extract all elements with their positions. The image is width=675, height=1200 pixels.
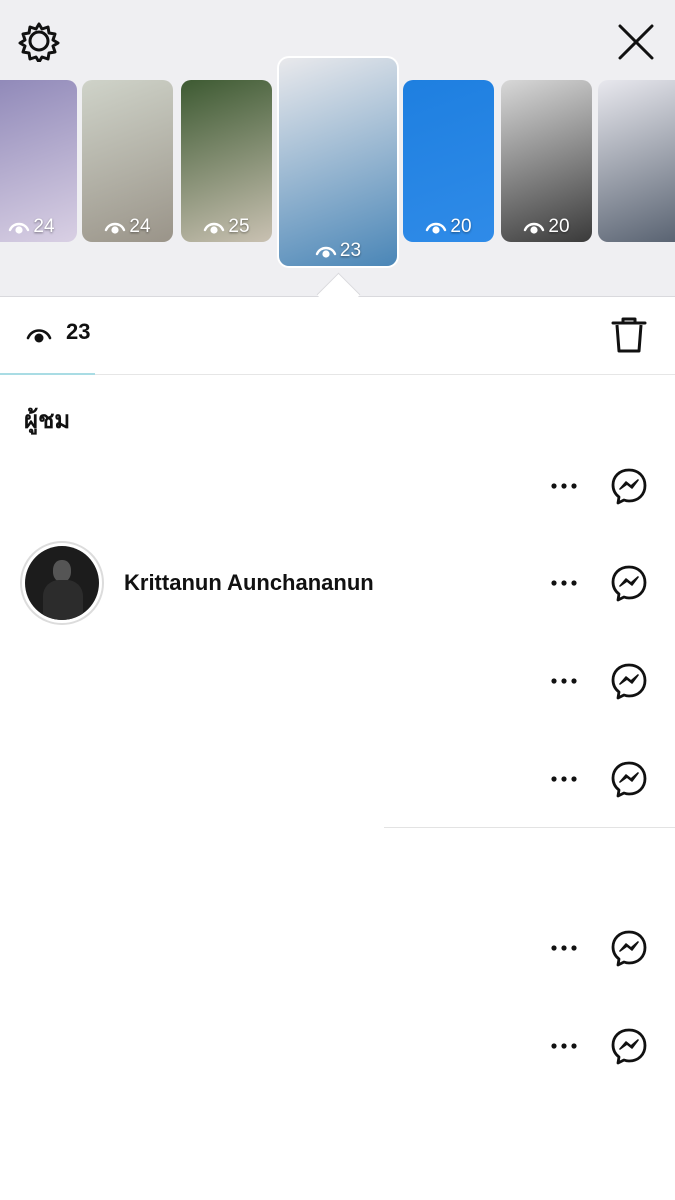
viewers-heading: ผู้ชม: [24, 407, 71, 434]
viewer-row[interactable]: Krittanun Aunchananun: [0, 538, 675, 628]
story-thumbnail[interactable]: [598, 80, 675, 242]
messenger-icon[interactable]: [610, 564, 648, 602]
story-view-count-label: 24: [33, 216, 55, 237]
messenger-icon[interactable]: [610, 467, 648, 505]
list-divider: [384, 827, 675, 828]
avatar[interactable]: [20, 541, 104, 625]
messenger-icon[interactable]: [610, 662, 648, 700]
more-options-icon[interactable]: [550, 666, 578, 696]
viewer-row[interactable]: [0, 1001, 675, 1091]
story-view-count-label: 25: [228, 216, 250, 237]
eye-icon: [26, 329, 52, 343]
viewer-name[interactable]: Krittanun Aunchananun: [124, 570, 374, 596]
view-count: 23: [66, 319, 91, 344]
story-thumbnails: 24 24 25 23 20 20: [0, 0, 675, 296]
story-thumbnail[interactable]: 24: [82, 80, 173, 242]
story-thumbnail[interactable]: 25: [181, 80, 272, 242]
messenger-icon[interactable]: [610, 760, 648, 798]
story-view-count: 23: [279, 240, 397, 262]
story-strip-area: 24 24 25 23 20 20: [0, 0, 675, 297]
story-view-count-label: 20: [548, 216, 570, 237]
story-view-count: 24: [82, 216, 173, 238]
story-view-count-label: 24: [129, 216, 151, 237]
story-view-count: 20: [403, 216, 494, 238]
story-view-count: 24: [0, 216, 77, 238]
viewer-row[interactable]: [0, 441, 675, 531]
more-options-icon[interactable]: [550, 471, 578, 501]
messenger-icon[interactable]: [610, 1027, 648, 1065]
story-thumbnail[interactable]: 24: [0, 80, 77, 242]
messenger-icon[interactable]: [610, 929, 648, 967]
story-thumbnail[interactable]: 20: [501, 80, 592, 242]
close-x-icon[interactable]: [614, 20, 658, 64]
story-thumbnail-selected[interactable]: 23: [279, 58, 397, 266]
viewer-row[interactable]: [0, 903, 675, 993]
more-options-icon[interactable]: [550, 764, 578, 794]
viewer-row[interactable]: [0, 636, 675, 726]
trash-icon[interactable]: [610, 315, 648, 355]
more-options-icon[interactable]: [550, 1031, 578, 1061]
story-view-count-label: 23: [339, 240, 362, 261]
settings-gear-icon[interactable]: [18, 20, 60, 62]
viewer-row[interactable]: [0, 734, 675, 824]
more-options-icon[interactable]: [550, 933, 578, 963]
active-tab-indicator: [0, 373, 95, 375]
story-thumbnail[interactable]: 20: [403, 80, 494, 242]
story-view-count-label: 20: [450, 216, 472, 237]
story-stats-bar: 23: [0, 297, 675, 375]
story-view-count: 25: [181, 216, 272, 238]
story-view-count: 20: [501, 216, 592, 238]
more-options-icon[interactable]: [550, 568, 578, 598]
